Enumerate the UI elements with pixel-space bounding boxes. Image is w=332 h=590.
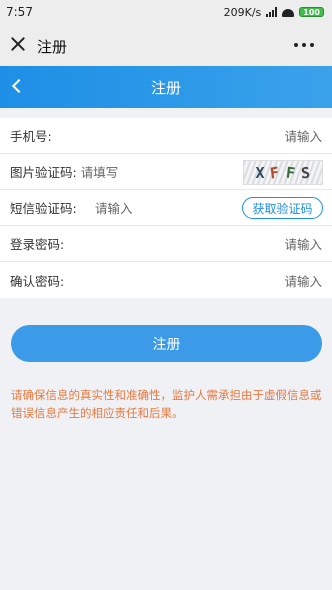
signal-icon: [266, 7, 278, 17]
sms-code-row: 短信验证码: 请输入 获取验证码: [0, 190, 332, 226]
phone-label: 手机号:: [10, 129, 52, 144]
status-bar: 7:57 209K/s 100: [0, 0, 332, 24]
network-speed: 209K/s: [223, 5, 262, 19]
password-input[interactable]: 请输入: [284, 234, 322, 253]
image-code-row: 图片验证码: 请填写 X F F S: [0, 154, 332, 190]
captcha-image[interactable]: X F F S: [243, 160, 323, 185]
image-code-input[interactable]: 请填写: [81, 162, 119, 181]
back-icon[interactable]: [11, 78, 27, 94]
captcha-char: S: [299, 163, 312, 182]
captcha-char: X: [255, 163, 266, 182]
captcha-char: F: [284, 163, 297, 182]
password-row: 登录密码: 请输入: [0, 226, 332, 262]
status-indicators: 209K/s 100: [224, 6, 324, 19]
status-time: 7:57: [6, 5, 33, 19]
wechat-navigation-bar: 注册: [0, 24, 332, 66]
password-label: 登录密码:: [10, 237, 65, 252]
phone-input[interactable]: 请输入: [284, 126, 322, 145]
battery-icon: 100: [299, 7, 324, 17]
get-sms-code-button[interactable]: 获取验证码: [242, 197, 323, 219]
image-code-label: 图片验证码:: [10, 165, 77, 180]
more-icon[interactable]: [294, 43, 314, 47]
page-header: 注册: [0, 66, 332, 108]
confirm-password-input[interactable]: 请输入: [284, 271, 322, 290]
notice-text: 请确保信息的真实性和准确性，监护人需承担由于虚假信息或错误信息产生的相应责任和后…: [11, 388, 322, 420]
page-title: 注册: [150, 78, 181, 97]
confirm-password-label: 确认密码:: [10, 273, 65, 289]
phone-row: 手机号: 请输入: [0, 118, 332, 154]
wechat-title: 注册: [37, 38, 68, 56]
wifi-icon: [282, 7, 294, 17]
sms-code-label: 短信验证码:: [10, 201, 77, 216]
sms-code-input[interactable]: 请输入: [95, 198, 133, 217]
confirm-password-row: 确认密码: 请输入: [0, 262, 332, 298]
close-icon[interactable]: [11, 37, 25, 51]
registration-form: 手机号: 请输入 图片验证码: 请填写 X F F S 短信验证码: 请输入 获…: [0, 118, 332, 298]
captcha-char: F: [269, 162, 282, 183]
register-button[interactable]: 注册: [11, 325, 322, 362]
